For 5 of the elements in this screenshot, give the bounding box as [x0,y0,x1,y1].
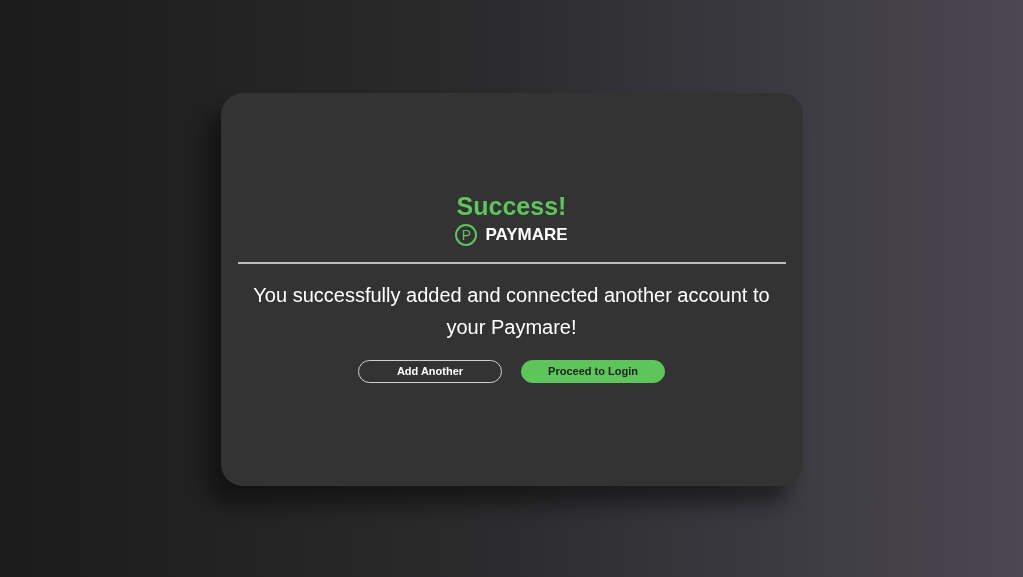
proceed-button[interactable]: Proceed to Login [521,359,665,383]
brand-name: PAYMARE [485,224,568,246]
logo-mark: P [455,223,478,246]
success-message: You successfully added and connected another account to your Paymare! [252,282,771,340]
success-title: Success! [456,191,567,221]
